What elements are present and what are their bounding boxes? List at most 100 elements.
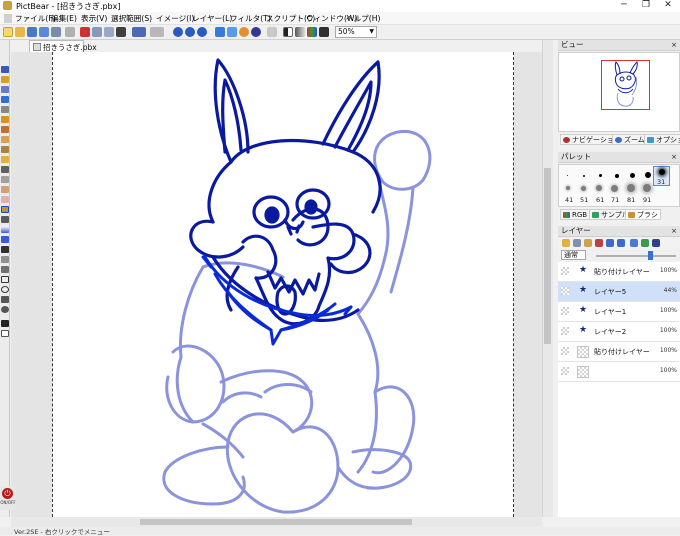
merge-down-icon[interactable] xyxy=(630,239,638,247)
eyedropper-icon[interactable] xyxy=(1,236,9,243)
brush-icon[interactable] xyxy=(1,136,9,143)
zoom-tool-icon[interactable] xyxy=(1,96,9,103)
copy-layer-icon[interactable] xyxy=(584,239,592,247)
move-tool-icon[interactable] xyxy=(1,66,9,73)
brush-preset[interactable] xyxy=(581,186,586,191)
cut-icon[interactable] xyxy=(80,27,90,37)
menu-help[interactable]: ヘルプ(H) xyxy=(346,13,380,24)
fill-icon[interactable] xyxy=(1,216,9,223)
palette-close-icon[interactable]: × xyxy=(671,152,677,162)
new-layer-icon[interactable] xyxy=(562,239,570,247)
zoom-out-icon[interactable] xyxy=(185,27,195,37)
brush-preset[interactable] xyxy=(567,175,568,176)
layer-visibility-icon[interactable] xyxy=(561,287,569,295)
merge-visible-icon[interactable] xyxy=(641,239,649,247)
filled-ellipse-icon[interactable] xyxy=(1,306,9,313)
brush-preset[interactable] xyxy=(599,174,602,177)
layer-visibility-icon[interactable] xyxy=(561,347,569,355)
brush-preset[interactable] xyxy=(615,174,619,178)
layer-row-selected[interactable]: ★ レイヤー5 44% xyxy=(558,282,680,302)
layer-visibility-icon[interactable] xyxy=(561,367,569,375)
line-tool-icon[interactable] xyxy=(1,256,9,263)
layer-visibility-icon[interactable] xyxy=(561,307,569,315)
brush-preset-selected[interactable] xyxy=(659,169,665,175)
magic-wand-icon[interactable] xyxy=(1,86,9,93)
delete-layer-icon[interactable] xyxy=(573,239,581,247)
eraser-icon[interactable] xyxy=(1,196,9,203)
selected-brush-tool-icon[interactable] xyxy=(1,206,9,213)
zoom-fit-icon[interactable] xyxy=(197,27,207,37)
new-file-icon[interactable] xyxy=(3,27,13,37)
menu-filter[interactable]: フィルタ(T) xyxy=(230,13,271,24)
menu-selection[interactable]: 選択範囲(S) xyxy=(111,13,152,24)
text-tool-icon[interactable] xyxy=(1,246,9,253)
zoom-in-icon[interactable] xyxy=(173,27,183,37)
print-icon[interactable] xyxy=(51,27,61,37)
transform-icon[interactable] xyxy=(116,27,126,37)
zoom-select[interactable]: 50% ▼ xyxy=(335,26,377,38)
rectangle-tool-icon[interactable] xyxy=(1,276,9,283)
gradient-icon[interactable] xyxy=(1,226,9,233)
flatten-icon[interactable] xyxy=(652,239,660,247)
tab-zoom[interactable]: ズーム xyxy=(612,134,648,145)
navigator-viewport-frame[interactable] xyxy=(601,60,650,110)
open-folder-icon[interactable] xyxy=(15,27,25,37)
background-color-swatch[interactable] xyxy=(1,330,9,337)
brush-preset[interactable] xyxy=(566,186,570,190)
tab-rgb[interactable]: RGB xyxy=(560,209,591,220)
opacity-slider-handle[interactable] xyxy=(648,251,653,260)
layer-row[interactable]: 貼り付けレイヤー 100% xyxy=(558,342,680,362)
minimize-button[interactable]: ─ xyxy=(614,0,634,12)
layer-row[interactable]: ★ レイヤー2 100% xyxy=(558,322,680,342)
filled-rect-icon[interactable] xyxy=(1,296,9,303)
undo-icon[interactable] xyxy=(132,27,146,37)
color-panel-icon[interactable] xyxy=(239,27,249,37)
grid-icon[interactable] xyxy=(267,27,277,37)
close-window-button[interactable]: ✕ xyxy=(658,0,678,12)
blur-icon[interactable] xyxy=(1,176,9,183)
brush-preset[interactable] xyxy=(627,184,635,192)
pencil-icon[interactable] xyxy=(1,126,9,133)
power-toggle[interactable]: ⏻ ON/OFF xyxy=(0,486,16,510)
layer-close-icon[interactable]: × xyxy=(671,226,677,236)
blend-mode-select[interactable]: 通常 xyxy=(561,250,586,260)
curve-tool-icon[interactable] xyxy=(1,266,9,273)
layer-row[interactable]: 100% xyxy=(558,362,680,382)
full-screen-icon[interactable] xyxy=(319,27,329,37)
move-layer-up-icon[interactable] xyxy=(606,239,614,247)
grayscale-icon[interactable] xyxy=(295,27,305,37)
copy-icon[interactable] xyxy=(92,27,102,37)
horizontal-scroll-thumb[interactable] xyxy=(140,519,412,525)
tab-brush[interactable]: ブラシ xyxy=(625,209,661,220)
vertical-scroll-thumb[interactable] xyxy=(544,168,551,344)
brush-preset[interactable] xyxy=(611,185,618,192)
layer-row[interactable]: ★ レイヤー1 100% xyxy=(558,302,680,322)
scan-icon[interactable] xyxy=(65,27,75,37)
stamp-icon[interactable] xyxy=(1,166,9,173)
layer-visibility-icon[interactable] xyxy=(561,327,569,335)
lasso-icon[interactable] xyxy=(1,116,9,123)
ellipse-tool-icon[interactable] xyxy=(1,286,9,293)
brush-preset[interactable] xyxy=(643,184,651,192)
document-menu-icon[interactable] xyxy=(4,14,12,23)
watercolor-icon[interactable] xyxy=(1,156,9,163)
tab-option[interactable]: オプション xyxy=(644,134,680,145)
smudge-icon[interactable] xyxy=(1,186,9,193)
brush-preset[interactable] xyxy=(583,175,585,177)
brush-preset[interactable] xyxy=(645,172,651,178)
monochrome-icon[interactable] xyxy=(283,27,293,37)
brush-preset[interactable] xyxy=(596,185,602,191)
layer-properties-icon[interactable] xyxy=(595,239,603,247)
layer-panel-icon[interactable] xyxy=(227,27,237,37)
foreground-color-swatch[interactable] xyxy=(1,320,9,327)
airbrush-icon[interactable] xyxy=(1,146,9,153)
rect-select-icon[interactable] xyxy=(1,106,9,113)
view-close-icon[interactable]: × xyxy=(671,40,677,50)
maximize-button[interactable]: ❐ xyxy=(636,0,656,12)
menu-edit[interactable]: 編集(E) xyxy=(51,13,77,24)
brush-panel-icon[interactable] xyxy=(251,27,261,37)
color-mode-icon[interactable] xyxy=(307,27,317,37)
layer-visibility-icon[interactable] xyxy=(561,267,569,275)
menu-layer[interactable]: レイヤー(L) xyxy=(192,13,232,24)
paste-icon[interactable] xyxy=(104,27,114,37)
